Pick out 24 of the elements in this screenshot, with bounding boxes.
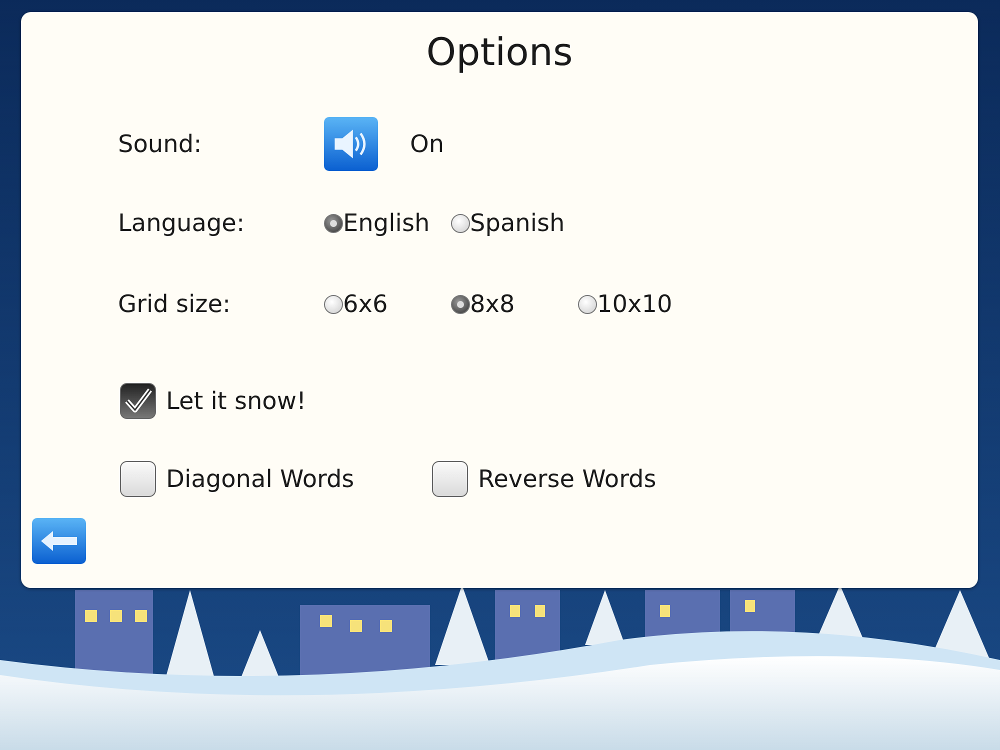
back-button[interactable] xyxy=(32,518,86,564)
option-label: 6x6 xyxy=(343,290,388,318)
sound-state: On xyxy=(410,130,444,158)
option-label: 10x10 xyxy=(597,290,672,318)
radio-button[interactable] xyxy=(451,294,470,314)
radio-button[interactable] xyxy=(578,294,597,314)
checkbox-label: Reverse Words xyxy=(478,465,656,493)
setting-label: Language: xyxy=(118,209,246,237)
setting-label: Sound: xyxy=(118,130,203,158)
radio-button[interactable] xyxy=(324,294,343,314)
option-label: English xyxy=(343,209,430,237)
checkbox-label: Let it snow! xyxy=(166,387,306,415)
speaker-button[interactable] xyxy=(324,117,378,171)
option-label: 8x8 xyxy=(470,290,515,318)
dialog-title: Options xyxy=(426,29,573,76)
checkbox-label: Diagonal Words xyxy=(166,465,354,493)
radio-button[interactable] xyxy=(451,214,470,232)
checkbox[interactable] xyxy=(120,383,156,419)
checkbox[interactable] xyxy=(432,461,468,497)
option-label: Spanish xyxy=(470,209,565,237)
checkbox[interactable] xyxy=(120,461,156,497)
arrow-left-icon xyxy=(39,530,79,552)
setting-label: Grid size: xyxy=(118,290,232,318)
radio-button[interactable] xyxy=(324,214,343,232)
